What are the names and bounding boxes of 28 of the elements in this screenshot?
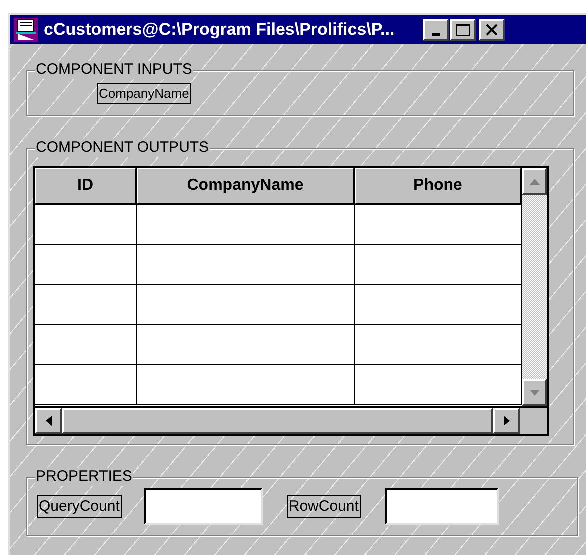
scrollbar-corner [520,408,547,434]
column-header[interactable]: CompanyName [137,168,355,205]
scroll-left-button[interactable] [35,408,62,434]
scroll-right-button[interactable] [493,408,520,434]
column-header[interactable]: ID [35,168,137,205]
scroll-thumb[interactable] [62,408,493,434]
field-label: RowCount [286,495,361,518]
input-field[interactable] [384,488,499,525]
maximize-button[interactable] [450,18,476,40]
column-header[interactable]: Phone [355,168,522,205]
up-arrow-icon [530,178,540,184]
window-icon [14,18,38,42]
group-title: COMPONENT INPUTS [35,61,194,79]
field-label: QueryCount [37,495,122,518]
left-arrow-icon [46,416,52,426]
window-title: cCustomers@C:\Program Files\Prolifics\P... [44,18,395,41]
down-arrow-icon [530,390,540,396]
minimize-button[interactable] [422,18,449,40]
vertical-scrollbar[interactable] [522,168,547,406]
field-label: CompanyName [97,83,192,104]
input-field[interactable] [144,488,263,525]
group-title: COMPONENT OUTPUTS [35,139,210,157]
close-button[interactable] [478,18,505,40]
scroll-down-button[interactable] [522,379,547,406]
right-arrow-icon [504,416,510,426]
scroll-up-button[interactable] [522,168,547,195]
close-icon [486,24,498,36]
group-title: PROPERTIES [35,468,134,486]
